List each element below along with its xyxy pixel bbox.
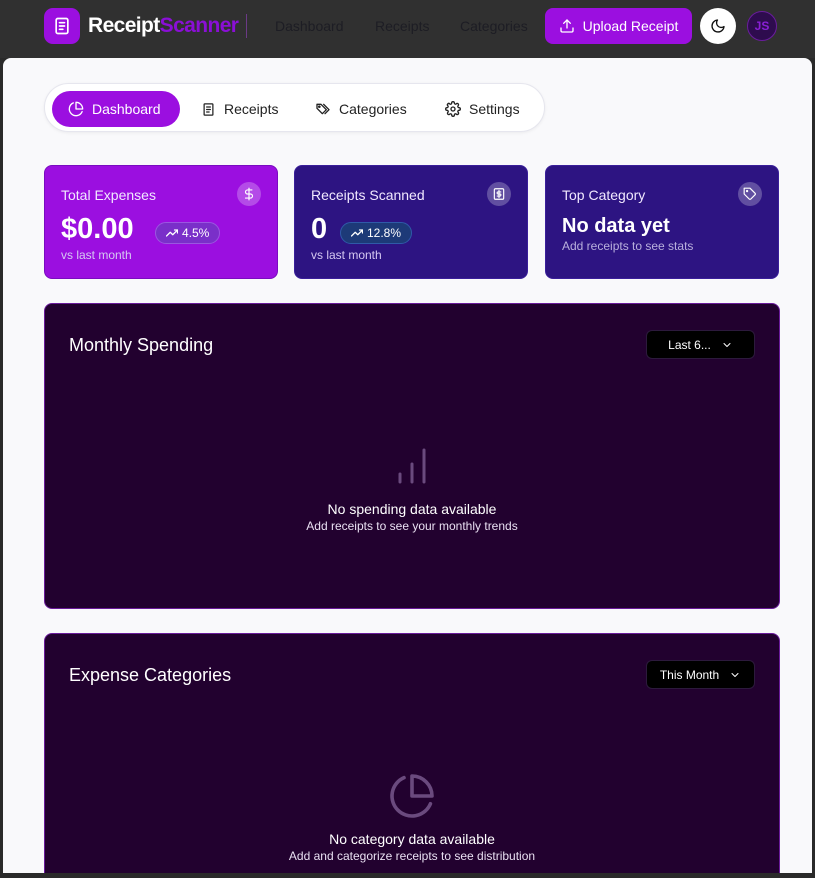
change-badge: 4.5% <box>155 222 221 244</box>
tab-dashboard[interactable]: Dashboard <box>52 91 180 127</box>
nav-link-receipts[interactable]: Receipts <box>375 17 429 35</box>
logo-icon[interactable] <box>44 8 80 44</box>
pie-chart-icon <box>68 101 84 117</box>
avatar[interactable]: JS <box>747 11 777 41</box>
empty-state-title: No category data available <box>329 831 495 847</box>
nav-link-categories[interactable]: Categories <box>460 17 528 35</box>
receipt-icon <box>487 182 511 206</box>
pie-chart-icon <box>388 772 436 825</box>
panel-title: Monthly Spending <box>69 335 214 355</box>
card-value: No data yet <box>562 215 670 237</box>
theme-toggle-button[interactable] <box>700 8 736 44</box>
chevron-down-icon <box>731 672 739 677</box>
brand-part-1: Receipt <box>88 14 160 37</box>
change-badge: 12.8% <box>340 222 413 244</box>
tag-icon <box>738 182 762 206</box>
nav-link-dashboard[interactable]: Dashboard <box>275 17 344 35</box>
dollar-icon <box>237 182 261 206</box>
trending-up-icon <box>351 229 363 237</box>
period-select[interactable]: Last 6... <box>646 330 755 359</box>
window-bottom-edge <box>0 873 815 878</box>
upload-icon <box>559 19 574 33</box>
trending-up-icon <box>166 229 178 237</box>
empty-state-subtitle: Add receipts to see your monthly trends <box>306 519 518 533</box>
top-category-card: Top Category No data yet Add receipts to… <box>545 165 779 279</box>
empty-state-subtitle: Add and categorize receipts to see distr… <box>288 849 536 863</box>
card-title: Total Expenses <box>61 187 156 203</box>
gear-icon <box>445 101 461 117</box>
tab-receipts[interactable]: Receipts <box>201 91 278 127</box>
tab-label: Categories <box>339 101 407 117</box>
brand-part-2: Scanner <box>159 14 239 37</box>
select-value: Last 6... <box>668 337 711 352</box>
monthly-spending-panel: Monthly Spending Last 6... No spending d… <box>44 303 780 609</box>
tab-bar: Dashboard Receipts Categories Settings <box>44 83 545 132</box>
top-bar: ReceiptScanner Dashboard Receipts Catego… <box>0 0 815 58</box>
brand-name[interactable]: ReceiptScanner <box>88 13 239 39</box>
receipt-icon <box>203 102 214 116</box>
card-subtitle: vs last month <box>311 248 382 262</box>
change-value: 12.8% <box>367 226 402 240</box>
period-select[interactable]: This Month <box>646 660 755 689</box>
tags-icon <box>316 103 330 115</box>
tab-settings[interactable]: Settings <box>445 91 520 127</box>
card-subtitle: vs last month <box>61 248 132 262</box>
moon-icon <box>711 19 725 33</box>
expense-categories-panel: Expense Categories This Month No categor… <box>44 633 780 878</box>
divider <box>246 14 247 38</box>
receipts-scanned-card: Receipts Scanned 0 12.8% vs last month <box>294 165 528 279</box>
change-value: 4.5% <box>182 226 210 240</box>
empty-state-title: No spending data available <box>327 501 497 517</box>
total-expenses-card: Total Expenses $0.00 4.5% vs last month <box>44 165 278 279</box>
tab-label: Dashboard <box>92 101 161 117</box>
tab-categories[interactable]: Categories <box>315 91 407 127</box>
card-value: 0 <box>311 213 328 245</box>
card-value: $0.00 <box>61 213 134 245</box>
upload-button-label: Upload Receipt <box>582 18 679 34</box>
card-subtitle: Add receipts to see stats <box>562 239 694 253</box>
tab-label: Settings <box>469 101 520 117</box>
card-title: Receipts Scanned <box>311 187 425 203</box>
upload-receipt-button[interactable]: Upload Receipt <box>545 8 692 44</box>
tab-label: Receipts <box>224 101 279 117</box>
card-title: Top Category <box>562 187 646 203</box>
select-value: This Month <box>659 667 720 682</box>
chevron-down-icon <box>723 342 731 347</box>
bar-chart-icon <box>395 446 429 491</box>
panel-title: Expense Categories <box>69 665 232 685</box>
